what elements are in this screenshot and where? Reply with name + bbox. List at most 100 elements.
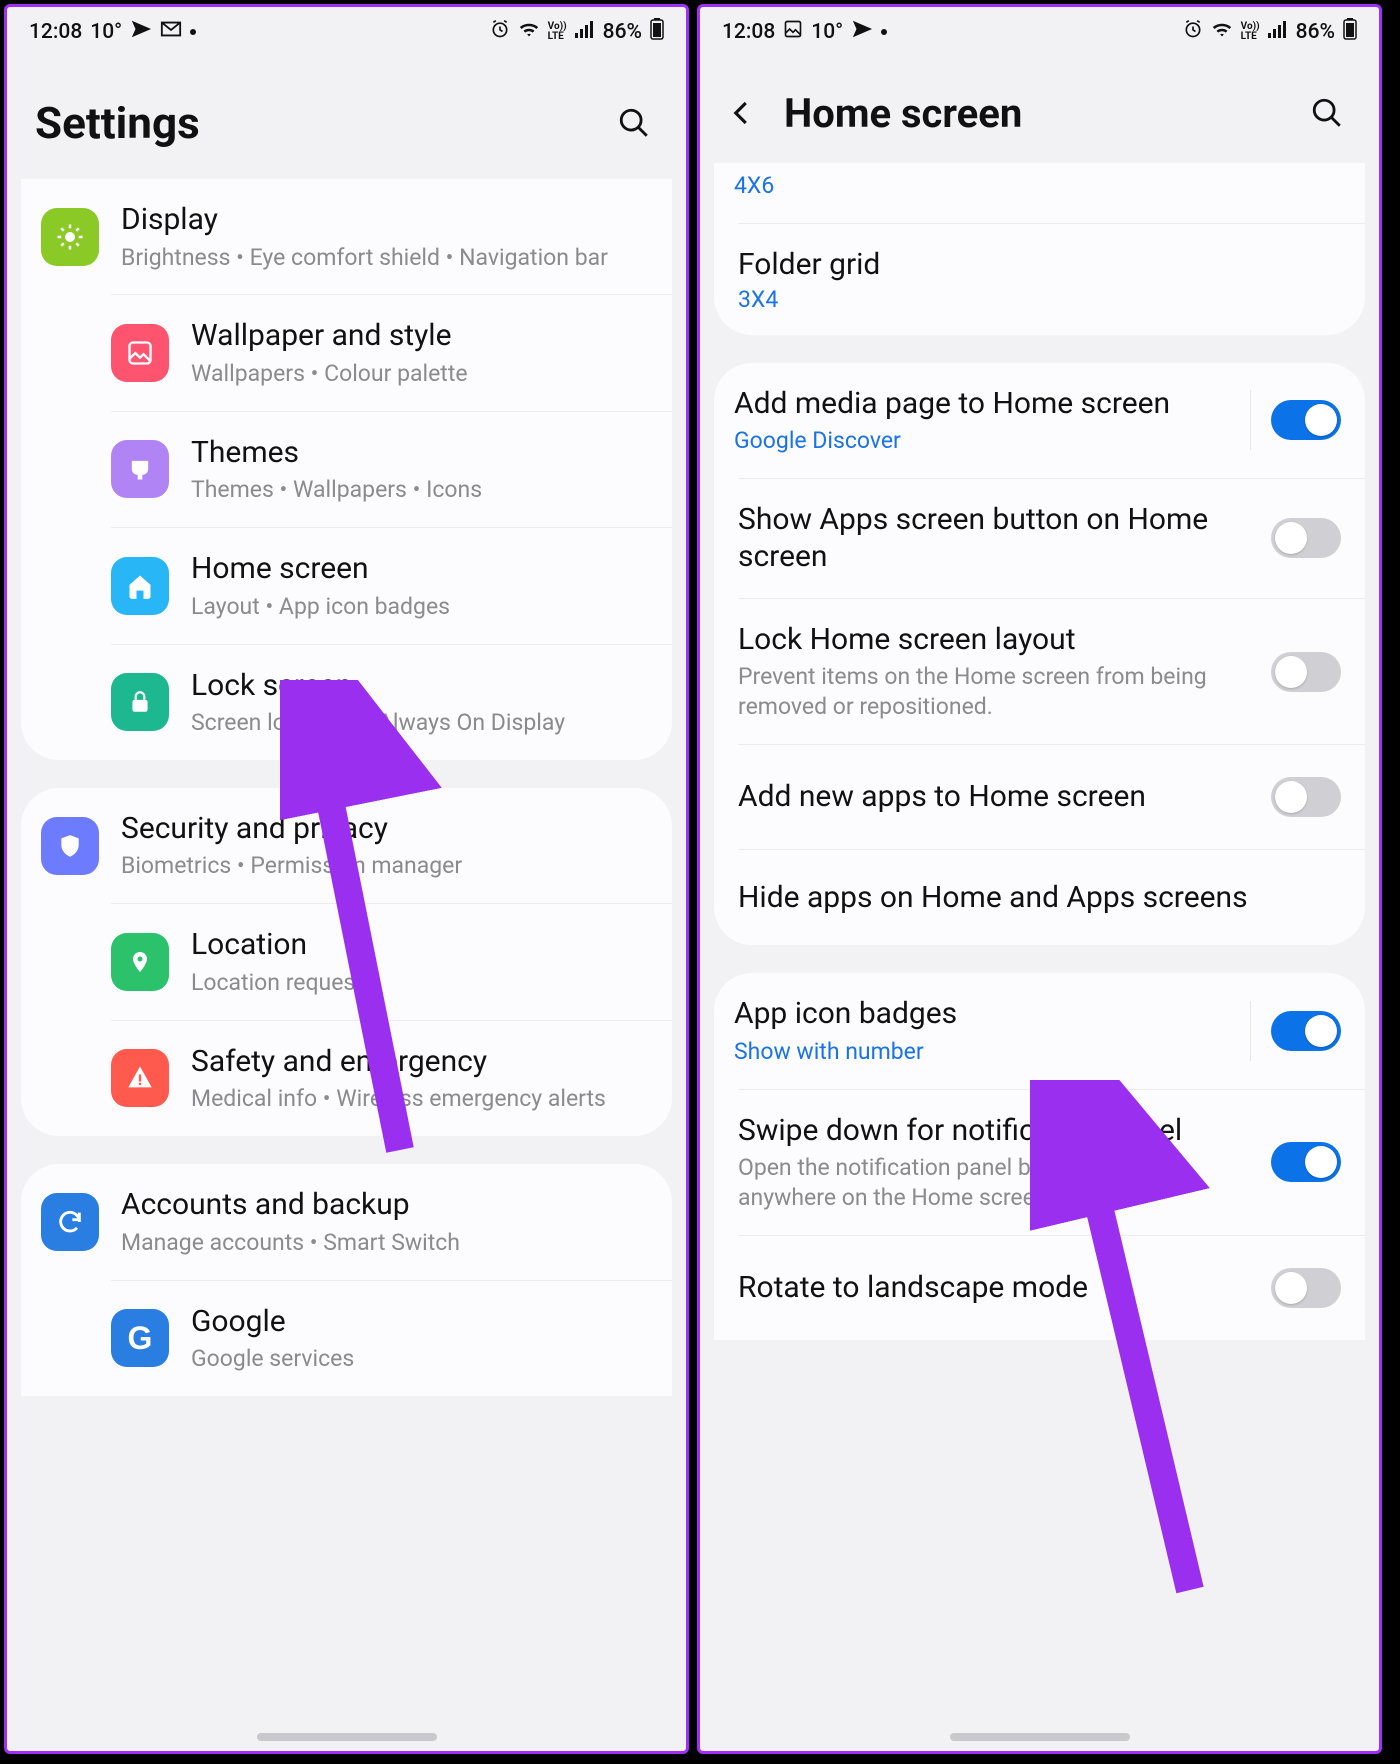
settings-item-security[interactable]: Security and privacy Biometrics • Permis… bbox=[21, 788, 672, 903]
toggle-media-page[interactable] bbox=[1271, 400, 1341, 440]
lock-icon bbox=[111, 673, 169, 731]
item-title: App icon badges bbox=[734, 995, 1228, 1033]
settings-header: Settings bbox=[7, 57, 686, 179]
setting-row-media-page[interactable]: Add media page to Home screen Google Dis… bbox=[714, 363, 1365, 478]
wifi-icon bbox=[1211, 20, 1233, 44]
group-options: Add media page to Home screen Google Dis… bbox=[714, 363, 1365, 946]
toggle-apps-button[interactable] bbox=[1271, 518, 1341, 558]
item-title: Add new apps to Home screen bbox=[738, 778, 1249, 816]
alert-icon bbox=[111, 1049, 169, 1107]
google-icon: G bbox=[111, 1309, 169, 1367]
settings-item-location[interactable]: Location Location requests bbox=[111, 903, 672, 1019]
item-title: Lock screen bbox=[191, 667, 648, 705]
toggle-icon-badges[interactable] bbox=[1271, 1011, 1341, 1051]
sync-icon bbox=[41, 1193, 99, 1251]
status-bar: 12:08 10° Vo))LTE 86% bbox=[7, 7, 686, 57]
item-sub: Google Discover bbox=[734, 426, 1228, 456]
signal-icon bbox=[575, 20, 595, 44]
status-battery-pct: 86% bbox=[603, 20, 642, 44]
item-title: Show Apps screen button on Home screen bbox=[738, 501, 1249, 576]
item-title: Home screen bbox=[191, 550, 648, 588]
settings-list: Display Brightness • Eye comfort shield … bbox=[7, 179, 686, 1751]
item-title: Hide apps on Home and Apps screens bbox=[738, 879, 1341, 917]
item-title: Swipe down for notification panel bbox=[738, 1112, 1249, 1150]
home-screen-settings-list: 4X6 Folder grid 3X4 Add media page to Ho… bbox=[700, 163, 1379, 1751]
more-dot-icon bbox=[881, 29, 887, 35]
toggle-swipe-notification[interactable] bbox=[1271, 1142, 1341, 1182]
toggle-lock-layout[interactable] bbox=[1271, 652, 1341, 692]
item-sub: Screen lock type • Always On Display bbox=[191, 708, 648, 738]
grid-value: 4X6 bbox=[734, 172, 1341, 199]
setting-row-add-new-apps[interactable]: Add new apps to Home screen bbox=[738, 744, 1365, 849]
setting-row-apps-button[interactable]: Show Apps screen button on Home screen bbox=[738, 478, 1365, 598]
setting-row-grid-partial[interactable]: 4X6 bbox=[714, 163, 1365, 223]
image-icon bbox=[111, 324, 169, 382]
wifi-icon bbox=[518, 20, 540, 44]
setting-row-icon-badges[interactable]: App icon badges Show with number bbox=[714, 973, 1365, 1088]
item-sub: Open the notification panel by swiping d… bbox=[738, 1153, 1249, 1213]
settings-item-lock-screen[interactable]: Lock screen Screen lock type • Always On… bbox=[111, 644, 672, 760]
status-temp: 10° bbox=[90, 20, 122, 44]
page-title: Settings bbox=[35, 97, 592, 149]
settings-item-safety[interactable]: Safety and emergency Medical info • Wire… bbox=[111, 1020, 672, 1136]
item-sub: Location requests bbox=[191, 968, 648, 998]
item-title: Safety and emergency bbox=[191, 1043, 648, 1081]
volte-icon: Vo))LTE bbox=[548, 22, 567, 42]
item-sub: Show with number bbox=[734, 1037, 1228, 1067]
telegram-icon bbox=[851, 18, 873, 46]
alarm-icon bbox=[490, 19, 510, 45]
settings-item-themes[interactable]: Themes Themes • Wallpapers • Icons bbox=[111, 411, 672, 527]
phone-home-screen-settings: 12:08 10° Vo))LTE 86% bbox=[697, 4, 1382, 1754]
toggle-rotate[interactable] bbox=[1271, 1268, 1341, 1308]
item-title: Wallpaper and style bbox=[191, 317, 648, 355]
page-title: Home screen bbox=[784, 90, 1285, 137]
nav-handle[interactable] bbox=[950, 1733, 1130, 1741]
item-sub: Medical info • Wireless emergency alerts bbox=[191, 1084, 648, 1114]
item-sub: Brightness • Eye comfort shield • Naviga… bbox=[121, 243, 648, 273]
phone-settings: 12:08 10° Vo))LTE 86% bbox=[4, 4, 689, 1754]
item-title: Rotate to landscape mode bbox=[738, 1269, 1249, 1307]
settings-item-home-screen[interactable]: Home screen Layout • App icon badges bbox=[111, 527, 672, 643]
item-sub: Google services bbox=[191, 1344, 648, 1374]
item-title: Folder grid bbox=[738, 246, 1341, 284]
toggle-add-new-apps[interactable] bbox=[1271, 777, 1341, 817]
setting-row-rotate[interactable]: Rotate to landscape mode bbox=[738, 1235, 1365, 1340]
settings-group-appearance: Display Brightness • Eye comfort shield … bbox=[21, 179, 672, 760]
setting-row-folder-grid[interactable]: Folder grid 3X4 bbox=[738, 223, 1365, 335]
mail-icon bbox=[160, 20, 182, 44]
telegram-icon bbox=[130, 18, 152, 46]
item-sub: Biometrics • Permission manager bbox=[121, 851, 648, 881]
status-time: 12:08 bbox=[722, 20, 775, 44]
setting-row-hide-apps[interactable]: Hide apps on Home and Apps screens bbox=[738, 849, 1365, 945]
status-bar: 12:08 10° Vo))LTE 86% bbox=[700, 7, 1379, 57]
settings-item-display[interactable]: Display Brightness • Eye comfort shield … bbox=[21, 179, 672, 294]
item-sub: Wallpapers • Colour palette bbox=[191, 359, 648, 389]
back-button[interactable] bbox=[718, 89, 766, 137]
settings-item-accounts[interactable]: Accounts and backup Manage accounts • Sm… bbox=[21, 1164, 672, 1279]
battery-icon bbox=[650, 18, 664, 46]
item-title: Lock Home screen layout bbox=[738, 621, 1249, 659]
folder-grid-value: 3X4 bbox=[738, 286, 1341, 313]
group-grid: 4X6 Folder grid 3X4 bbox=[714, 163, 1365, 335]
volte-icon: Vo))LTE bbox=[1241, 22, 1260, 42]
settings-item-google[interactable]: G Google Google services bbox=[111, 1280, 672, 1396]
setting-row-swipe-notification[interactable]: Swipe down for notification panel Open t… bbox=[738, 1089, 1365, 1235]
item-sub: Themes • Wallpapers • Icons bbox=[191, 475, 648, 505]
home-screen-header: Home screen bbox=[700, 57, 1379, 163]
more-dot-icon bbox=[190, 29, 196, 35]
sun-icon bbox=[41, 208, 99, 266]
settings-group-privacy: Security and privacy Biometrics • Permis… bbox=[21, 788, 672, 1136]
battery-icon bbox=[1343, 18, 1357, 46]
home-icon bbox=[111, 557, 169, 615]
search-button[interactable] bbox=[1303, 89, 1351, 137]
group-badges: App icon badges Show with number Swipe d… bbox=[714, 973, 1365, 1340]
item-title: Google bbox=[191, 1303, 648, 1341]
item-sub: Prevent items on the Home screen from be… bbox=[738, 662, 1249, 722]
item-title: Accounts and backup bbox=[121, 1186, 648, 1224]
status-battery-pct: 86% bbox=[1296, 20, 1335, 44]
search-button[interactable] bbox=[610, 99, 658, 147]
setting-row-lock-layout[interactable]: Lock Home screen layout Prevent items on… bbox=[738, 598, 1365, 744]
nav-handle[interactable] bbox=[257, 1733, 437, 1741]
settings-item-wallpaper[interactable]: Wallpaper and style Wallpapers • Colour … bbox=[111, 294, 672, 410]
picture-icon bbox=[783, 19, 803, 45]
